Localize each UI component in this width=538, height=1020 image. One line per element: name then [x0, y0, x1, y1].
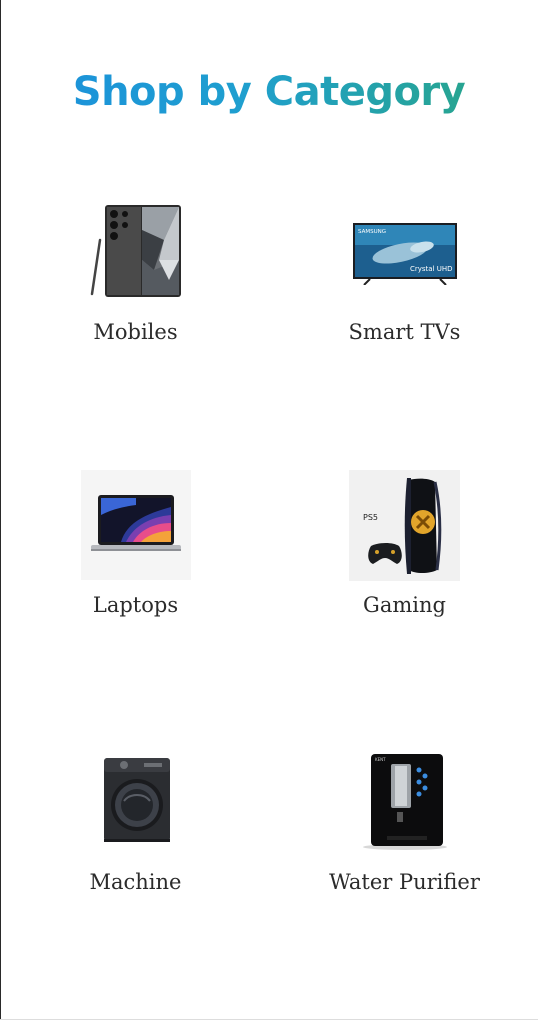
laptop-image[interactable] [80, 470, 191, 580]
purifier-brand: KENT [375, 757, 386, 762]
category-smart-tvs[interactable]: SAMSUNG Crystal UHD Smart TVs [270, 200, 538, 360]
category-water-purifier[interactable]: KENT Water Purifier [270, 750, 538, 910]
category-laptops[interactable]: Laptops [1, 470, 270, 635]
ps5-logo: PS5 [363, 513, 378, 522]
page-title: Shop by Category [0, 64, 538, 120]
washing-machine-image[interactable] [81, 750, 191, 850]
category-label: Smart TVs [348, 320, 461, 344]
tv-badge: Crystal UHD [410, 265, 453, 273]
category-mobiles[interactable]: Mobiles [1, 200, 270, 360]
mobile-phone-image[interactable] [79, 200, 189, 300]
category-gaming[interactable]: PS5 Gaming [270, 470, 538, 635]
category-label: Mobiles [93, 320, 178, 344]
water-purifier-image[interactable]: KENT [350, 750, 460, 850]
smart-tv-image[interactable]: SAMSUNG Crystal UHD [350, 200, 460, 300]
gaming-console-image[interactable]: PS5 [349, 470, 460, 581]
category-machine[interactable]: Machine [1, 750, 270, 910]
category-label: Water Purifier [329, 870, 480, 894]
category-label: Laptops [92, 593, 179, 617]
category-label: Gaming [363, 593, 446, 617]
tv-brand: SAMSUNG [358, 229, 386, 235]
category-label: Machine [89, 870, 182, 894]
